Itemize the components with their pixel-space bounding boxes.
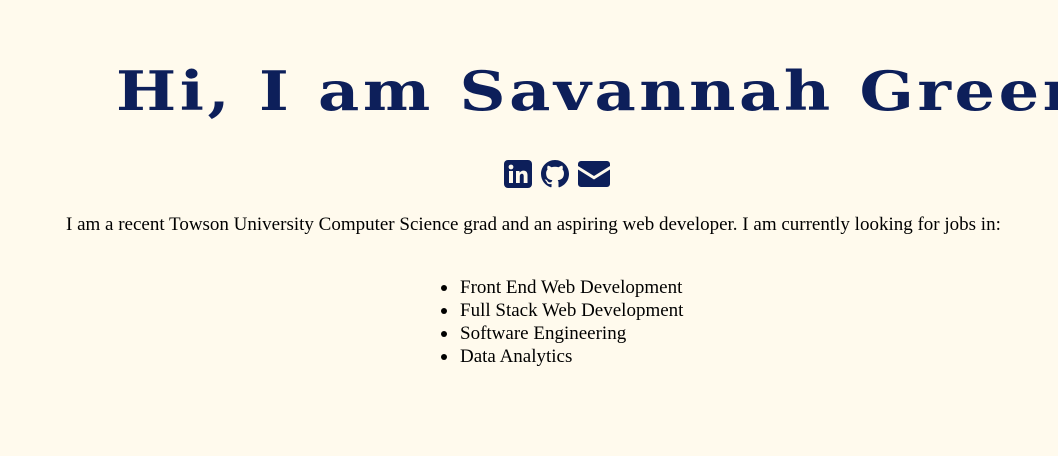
github-icon[interactable] [540, 160, 570, 188]
linkedin-icon[interactable] [504, 160, 532, 188]
list-item: Software Engineering [440, 322, 683, 345]
social-links [504, 160, 610, 188]
list-item: Front End Web Development [440, 277, 683, 298]
list-item: Full Stack Web Development [440, 300, 684, 321]
job-interests-list: Front End Web Development Full Stack Web… [440, 276, 684, 368]
list-item: Data Analytics [440, 345, 683, 368]
email-icon[interactable] [578, 160, 610, 188]
page-title: Hi, I am Savannah Green [116, 59, 1058, 123]
intro-text: I am a recent Towson University Computer… [66, 214, 1001, 235]
